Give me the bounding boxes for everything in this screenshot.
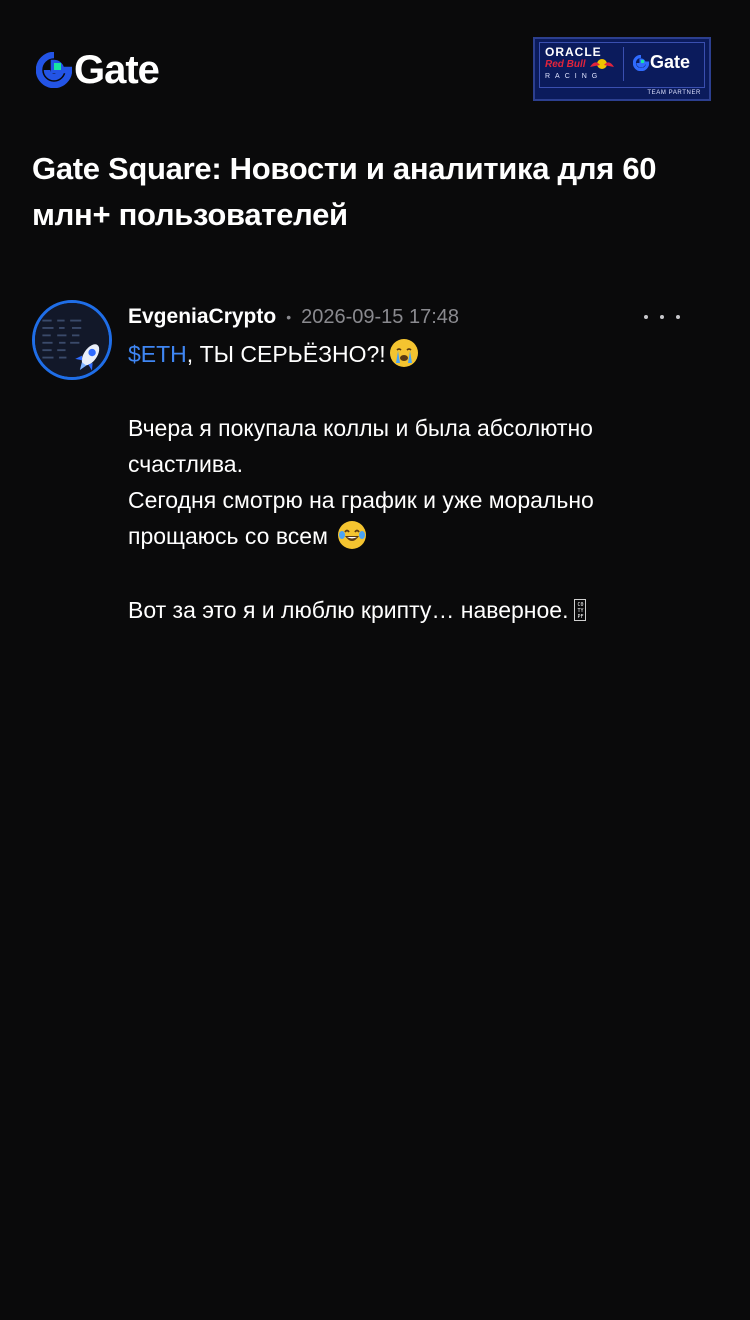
post-line-4-text: Вот за это я и люблю крипту… наверное. [128, 597, 569, 623]
gate-small-icon [633, 54, 649, 71]
badge-divider [623, 47, 624, 81]
page: Gate ORACLE Red Bull RACING Gate TEAM PA… [0, 0, 750, 1320]
gate-logo-text: Gate [74, 48, 160, 92]
gate-logo-icon [36, 52, 72, 88]
post-line-4: Вот за это я и люблю крипту… наверное. C0… [128, 592, 708, 628]
post-meta: EvgeniaCrypto • 2026-09-15 17:48 [128, 304, 459, 330]
tears-of-joy-icon [338, 521, 367, 549]
missing-glyph-box: C0 TY PF [574, 599, 587, 621]
redbull-bulls-icon [590, 59, 614, 69]
redbull-label: Red Bull [545, 59, 586, 70]
crying-face-icon [389, 339, 418, 367]
author-name[interactable]: EvgeniaCrypto [128, 305, 276, 329]
avatar[interactable] [32, 300, 112, 380]
racing-label: RACING [545, 73, 603, 80]
meta-separator: • [286, 309, 292, 325]
more-dot [644, 315, 648, 319]
post-line-1-text: , ТЫ СЕРЬЁЗНО?! [186, 341, 386, 367]
gate-logo[interactable]: Gate [36, 48, 160, 92]
page-title: Gate Square: Новости и аналитика для 60 … [32, 151, 657, 232]
ticker-link[interactable]: $ETH [128, 341, 187, 367]
badge-gate-logo: Gate [633, 52, 690, 73]
post-line-2: Вчера я покупала коллы и была абсолютно … [128, 415, 593, 477]
more-dot [660, 315, 664, 319]
more-dot [676, 315, 680, 319]
post-body: $ETH, ТЫ СЕРЬЁЗНО?! Вчера я покупала кол… [128, 336, 708, 628]
more-horizontal-icon[interactable] [644, 304, 680, 330]
glyph-row: PF [577, 614, 584, 620]
post-timestamp: 2026-09-15 17:48 [301, 305, 460, 328]
header: Gate ORACLE Red Bull RACING Gate TEAM PA… [0, 0, 750, 130]
avatar-image [35, 303, 109, 377]
post-line-3: Сегодня смотрю на график и уже морально … [128, 482, 708, 554]
post-line-1: $ETH, ТЫ СЕРЬЁЗНО?! [128, 336, 708, 372]
team-partner-label: TEAM PARTNER [647, 90, 701, 96]
team-partner-badge: ORACLE Red Bull RACING Gate TEAM PARTNER [533, 37, 711, 101]
badge-gate-text: Gate [650, 52, 691, 72]
